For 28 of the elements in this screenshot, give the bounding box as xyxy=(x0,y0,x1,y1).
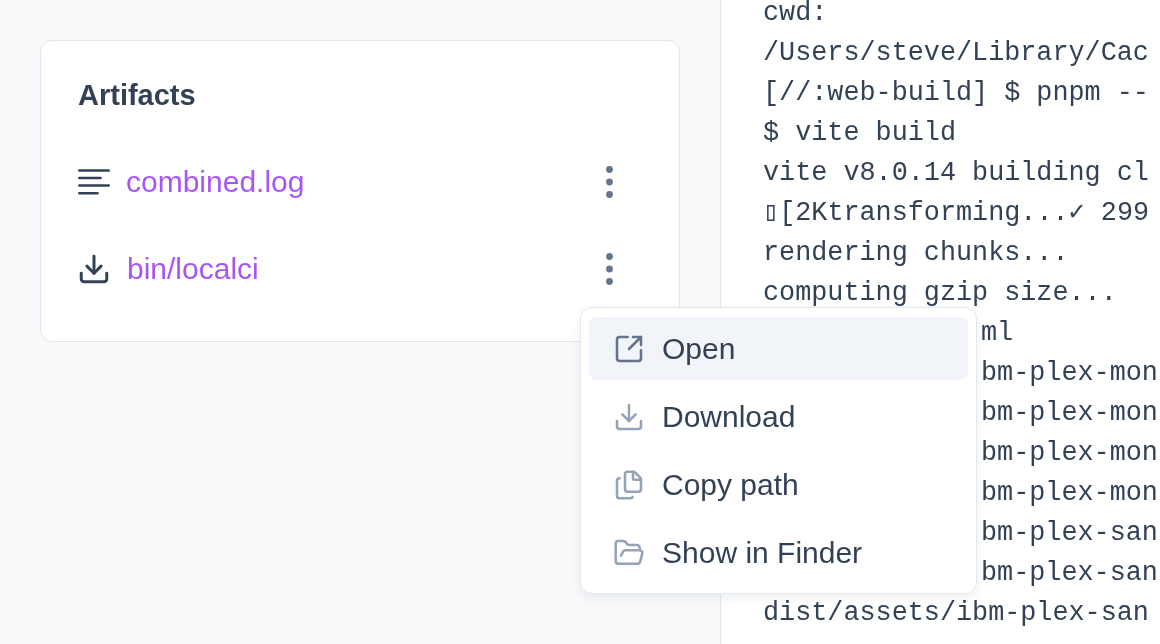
terminal-line: ml xyxy=(981,318,1014,348)
file-link[interactable]: bin/localci xyxy=(127,249,259,289)
terminal-line: vite v8.0.14 building cl xyxy=(763,158,1149,188)
section-title: Artifacts xyxy=(78,78,196,113)
kebab-menu-icon xyxy=(605,253,613,285)
copy-icon xyxy=(613,468,645,501)
terminal-line: [//:web-build] $ pnpm -- xyxy=(763,78,1149,108)
terminal-line: ▯[2Ktransforming...✓ 299 xyxy=(763,198,1150,228)
terminal-line: computing gzip size... xyxy=(763,278,1117,308)
menu-item[interactable]: Copy path xyxy=(589,453,968,516)
terminal-line: bm-plex-mon xyxy=(981,398,1158,428)
terminal-line: bm-plex-mon xyxy=(981,438,1158,468)
terminal-line: bm-plex-mon xyxy=(981,358,1158,388)
menu-item[interactable]: Open xyxy=(589,317,968,380)
file-link[interactable]: combined.log xyxy=(126,162,305,202)
terminal-line: bm-plex-san xyxy=(981,518,1158,548)
terminal-line: dist/assets/ibm-plex-san xyxy=(763,598,1149,628)
terminal-line: cwd: xyxy=(763,0,828,28)
kebab-menu-icon xyxy=(605,166,613,198)
download-icon xyxy=(77,252,111,286)
terminal-line: bm-plex-san xyxy=(981,558,1158,588)
menu-item[interactable]: Show in Finder xyxy=(589,521,968,584)
terminal-line: rendering chunks... xyxy=(763,238,1069,268)
text-lines-icon xyxy=(78,169,110,195)
terminal-line: $ vite build xyxy=(763,118,956,148)
terminal-line: bm-plex-mon xyxy=(981,478,1158,508)
terminal-line: /Users/steve/Library/Cac xyxy=(763,38,1149,68)
menu-item[interactable]: Download xyxy=(589,385,968,448)
